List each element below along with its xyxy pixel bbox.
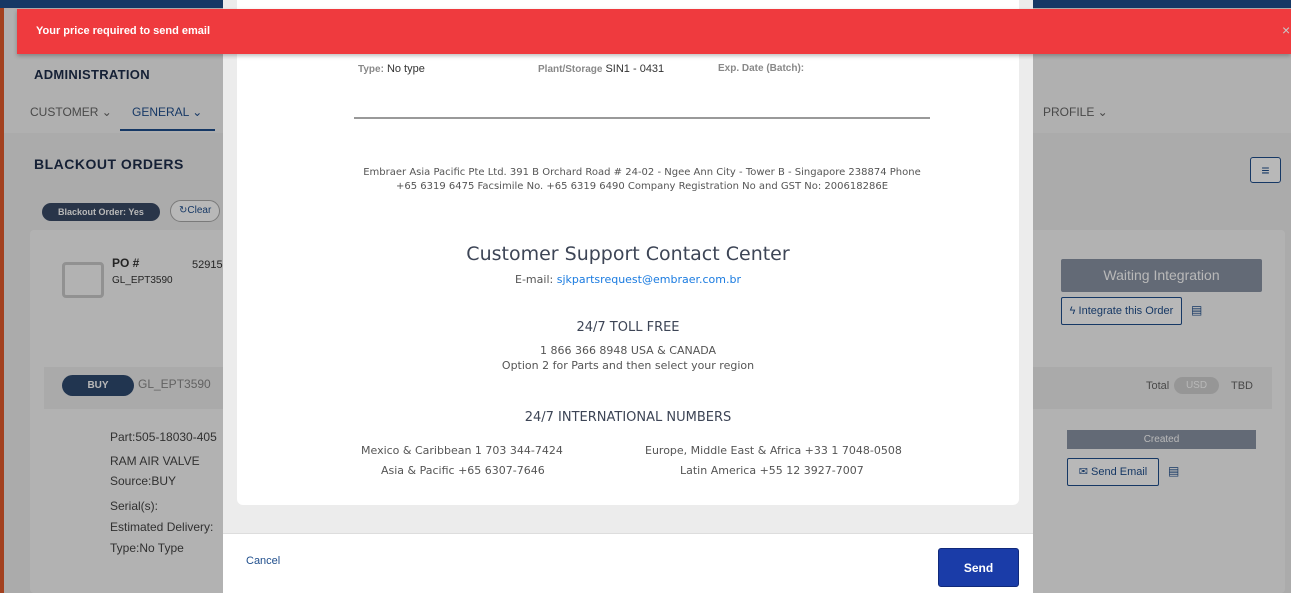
intl-title: 24/7 INTERNATIONAL NUMBERS bbox=[524, 410, 732, 425]
toll-free-title: 24/7 TOLL FREE bbox=[576, 320, 680, 335]
exp-label: Exp. Date (Batch): bbox=[718, 63, 805, 74]
cancel-button[interactable]: Cancel bbox=[246, 555, 280, 567]
type-value: No type bbox=[386, 63, 425, 75]
intl-latam: Latin America +55 12 3927-7007 bbox=[680, 464, 864, 477]
type-label: Type: bbox=[358, 64, 384, 75]
send-button[interactable]: Send bbox=[938, 548, 1019, 587]
plant-value: SIN1 - 0431 bbox=[605, 63, 665, 75]
plant-row: Plant/Storage SIN1 - 0431 bbox=[538, 63, 664, 75]
error-toast: Your price required to send email × bbox=[17, 9, 1291, 54]
plant-label: Plant/Storage bbox=[538, 64, 603, 75]
email-row: E-mail: sjkpartsrequest@embraer.com.br bbox=[237, 273, 1019, 286]
email-link[interactable]: sjkpartsrequest@embraer.com.br bbox=[557, 273, 741, 286]
email-preview-modal: Type: No type Plant/Storage SIN1 - 0431 Ex… bbox=[223, 0, 1033, 593]
toll-free-line2: Option 2 for Parts and then select your … bbox=[501, 359, 755, 372]
toll-free-line1: 1 866 366 8948 USA & CANADA bbox=[539, 344, 717, 357]
close-icon[interactable]: × bbox=[1282, 22, 1290, 38]
type-row: Type: No type bbox=[358, 63, 425, 75]
company-info: Embraer Asia Pacific Pte Ltd. 391 B Orch… bbox=[363, 167, 921, 192]
exp-row: Exp. Date (Batch): bbox=[718, 63, 807, 74]
email-label: E-mail: bbox=[515, 273, 554, 286]
toast-message: Your price required to send email bbox=[36, 25, 211, 37]
intl-europe: Europe, Middle East & Africa +33 1 7048-… bbox=[645, 444, 902, 457]
modal-footer: Cancel Send bbox=[223, 533, 1033, 593]
support-title: Customer Support Contact Center bbox=[466, 243, 790, 265]
intl-asia: Asia & Pacific +65 6307-7646 bbox=[381, 464, 545, 477]
divider bbox=[354, 117, 930, 119]
intl-mexico: Mexico & Caribbean 1 703 344-7424 bbox=[361, 444, 563, 457]
